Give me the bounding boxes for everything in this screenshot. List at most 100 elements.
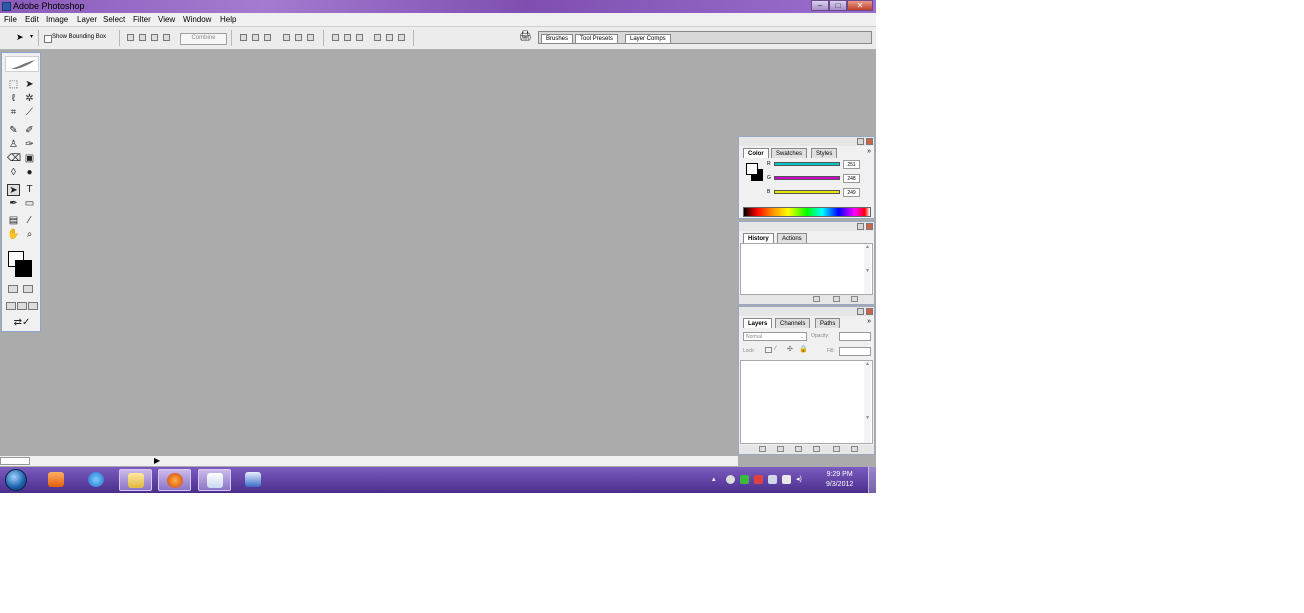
align-bottom-icon[interactable] bbox=[264, 34, 271, 41]
align-hcenter-icon[interactable] bbox=[295, 34, 302, 41]
zoom-tool-icon[interactable]: ⌕ bbox=[23, 229, 36, 241]
add-area-icon[interactable] bbox=[139, 34, 146, 41]
lock-transparent-icon[interactable] bbox=[765, 347, 772, 353]
close-button[interactable]: ✕ bbox=[847, 0, 873, 11]
notes-tool-icon[interactable]: ▤ bbox=[7, 215, 20, 227]
type-tool-icon[interactable]: T bbox=[23, 184, 36, 196]
action-center-icon[interactable] bbox=[754, 475, 763, 484]
menu-edit[interactable]: Edit bbox=[25, 15, 39, 24]
align-left-icon[interactable] bbox=[283, 34, 290, 41]
blur-tool-icon[interactable]: ◊ bbox=[7, 167, 20, 179]
blue-slider[interactable] bbox=[774, 190, 840, 194]
magic-wand-tool-icon[interactable]: ✲ bbox=[23, 93, 36, 105]
delete-state-icon[interactable] bbox=[851, 296, 858, 302]
slice-tool-icon[interactable]: ⟋ bbox=[23, 107, 36, 119]
scroll-right-arrow-icon[interactable]: ▶ bbox=[154, 456, 160, 466]
palette-close-button[interactable] bbox=[866, 308, 873, 315]
lock-position-icon[interactable]: ✣ bbox=[787, 345, 793, 353]
new-fill-layer-icon[interactable] bbox=[813, 446, 820, 452]
red-value-field[interactable]: 251 bbox=[843, 160, 860, 169]
color-spectrum-bar[interactable] bbox=[743, 207, 871, 217]
menu-image[interactable]: Image bbox=[46, 15, 68, 24]
intersect-area-icon[interactable] bbox=[163, 34, 170, 41]
quick-mask-mode-icon[interactable] bbox=[23, 285, 33, 293]
palette-titlebar[interactable] bbox=[739, 222, 874, 231]
horizontal-scrollbar[interactable]: ▶ bbox=[0, 456, 738, 466]
palette-minimize-button[interactable] bbox=[857, 223, 864, 230]
menu-layer[interactable]: Layer bbox=[77, 15, 97, 24]
taskbar-photoshop[interactable] bbox=[198, 469, 231, 491]
tab-channels[interactable]: Channels bbox=[775, 318, 811, 328]
tab-color[interactable]: Color bbox=[743, 148, 769, 158]
start-button[interactable] bbox=[5, 469, 27, 491]
green-value-field[interactable]: 248 bbox=[843, 174, 860, 183]
combine-button[interactable]: Combine bbox=[180, 33, 227, 45]
distribute-hcenter-icon[interactable] bbox=[386, 34, 393, 41]
minimize-button[interactable]: – bbox=[811, 0, 829, 11]
new-layer-icon[interactable] bbox=[833, 446, 840, 452]
show-hidden-icons-icon[interactable]: ▴ bbox=[712, 475, 721, 484]
tab-styles[interactable]: Styles bbox=[811, 148, 838, 158]
well-tab-tool-presets[interactable]: Tool Presets bbox=[575, 34, 619, 43]
marquee-tool-icon[interactable]: ⬚ bbox=[7, 79, 20, 91]
new-area-icon[interactable] bbox=[127, 34, 134, 41]
green-slider[interactable] bbox=[774, 176, 840, 180]
add-layer-style-icon[interactable] bbox=[777, 446, 784, 452]
path-selection-tool-icon[interactable]: ➤ bbox=[7, 184, 20, 196]
menu-window[interactable]: Window bbox=[183, 15, 211, 24]
align-vcenter-icon[interactable] bbox=[252, 34, 259, 41]
distribute-top-icon[interactable] bbox=[332, 34, 339, 41]
file-browser-icon[interactable]: 🖨 bbox=[519, 31, 532, 42]
layers-list[interactable]: ▲ ▼ bbox=[740, 360, 873, 444]
hand-tool-icon[interactable]: ✋ bbox=[7, 229, 20, 241]
foreground-color-swatch[interactable] bbox=[15, 260, 32, 277]
palette-minimize-button[interactable] bbox=[857, 308, 864, 315]
palette-close-button[interactable] bbox=[866, 138, 873, 145]
add-layer-mask-icon[interactable] bbox=[795, 446, 802, 452]
tab-history[interactable]: History bbox=[743, 233, 774, 243]
tray-drive-icon[interactable] bbox=[740, 475, 749, 484]
palette-close-button[interactable] bbox=[866, 223, 873, 230]
menu-view[interactable]: View bbox=[158, 15, 175, 24]
screen-mode-standard-icon[interactable] bbox=[6, 302, 16, 310]
eyedropper-tool-icon[interactable]: ⁄ bbox=[23, 215, 36, 227]
clone-stamp-tool-icon[interactable]: ♙ bbox=[7, 139, 20, 151]
move-tool-preset-icon[interactable]: ➤ bbox=[16, 32, 24, 43]
history-list[interactable]: ▲ ▼ bbox=[740, 243, 873, 295]
palette-menu-button[interactable]: » bbox=[867, 318, 871, 325]
well-tab-brushes[interactable]: Brushes bbox=[541, 34, 574, 43]
color-foreground-swatch[interactable] bbox=[746, 163, 758, 175]
screen-mode-menubar-icon[interactable] bbox=[17, 302, 27, 310]
delete-layer-icon[interactable] bbox=[851, 446, 858, 452]
tab-layers[interactable]: Layers bbox=[743, 318, 773, 328]
move-tool-icon[interactable]: ➤ bbox=[23, 79, 36, 91]
distribute-left-icon[interactable] bbox=[374, 34, 381, 41]
distribute-right-icon[interactable] bbox=[398, 34, 405, 41]
maximize-button[interactable]: □ bbox=[829, 0, 847, 11]
taskbar-clock[interactable]: 9:29 PM 9/3/2012 bbox=[826, 470, 853, 490]
tray-display-icon[interactable] bbox=[768, 475, 777, 484]
palette-titlebar[interactable] bbox=[739, 307, 874, 316]
healing-brush-tool-icon[interactable]: ✎ bbox=[7, 125, 20, 137]
taskbar-windows-explorer[interactable] bbox=[119, 469, 152, 491]
dodge-tool-icon[interactable]: ● bbox=[23, 167, 36, 179]
history-brush-tool-icon[interactable]: ✑ bbox=[23, 139, 36, 151]
rectangle-tool-icon[interactable]: ▭ bbox=[23, 198, 36, 210]
palette-minimize-button[interactable] bbox=[857, 138, 864, 145]
gradient-tool-icon[interactable]: ▣ bbox=[23, 153, 36, 165]
show-desktop-button[interactable] bbox=[868, 467, 876, 493]
opacity-field[interactable] bbox=[839, 332, 871, 341]
taskbar-media-player[interactable] bbox=[40, 469, 73, 491]
menu-file[interactable]: File bbox=[4, 15, 17, 24]
lasso-tool-icon[interactable]: ℓ bbox=[7, 93, 20, 105]
tab-swatches[interactable]: Swatches bbox=[771, 148, 808, 158]
standard-mode-icon[interactable] bbox=[8, 285, 18, 293]
palette-titlebar[interactable] bbox=[739, 137, 874, 146]
align-top-icon[interactable] bbox=[240, 34, 247, 41]
taskbar-firefox[interactable] bbox=[158, 469, 191, 491]
menu-select[interactable]: Select bbox=[103, 15, 125, 24]
taskbar-word[interactable] bbox=[237, 469, 270, 491]
link-layers-icon[interactable] bbox=[759, 446, 766, 452]
new-document-from-state-icon[interactable] bbox=[813, 296, 820, 302]
subtract-area-icon[interactable] bbox=[151, 34, 158, 41]
